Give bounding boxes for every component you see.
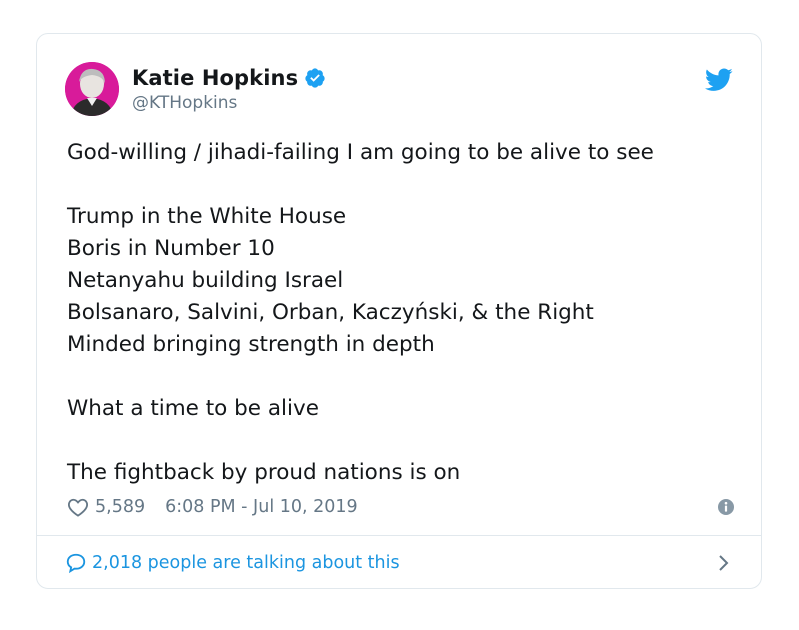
tweet-header: Katie Hopkins @KTHopkins	[65, 60, 733, 116]
tweet-text-line: Bolsanaro, Salvini, Orban, Kaczyński, & …	[67, 300, 594, 325]
chevron-right-icon[interactable]	[717, 554, 729, 572]
tweet-card: Katie Hopkins @KTHopkins God-willing / j…	[36, 33, 762, 589]
author-handle[interactable]: @KTHopkins	[132, 93, 237, 113]
divider	[37, 535, 761, 536]
tweet-text-line: Minded bringing strength in depth	[67, 332, 435, 357]
tweet-timestamp[interactable]: 6:08 PM - Jul 10, 2019	[165, 497, 358, 517]
twitter-bird-icon[interactable]	[705, 68, 733, 92]
tweet-text-line: The fightback by proud nations is on	[67, 460, 461, 485]
info-icon[interactable]	[717, 498, 735, 516]
verified-badge-icon	[305, 68, 325, 88]
like-count[interactable]: 5,589	[95, 497, 145, 517]
tweet-text-line: What a time to be alive	[67, 396, 319, 421]
heart-icon[interactable]	[67, 497, 89, 517]
avatar[interactable]	[65, 62, 119, 116]
tweet-text: God-willing / jihadi-failing I am going …	[67, 137, 747, 489]
tweet-meta: 5,589 6:08 PM - Jul 10, 2019	[67, 495, 735, 519]
author-name-row[interactable]: Katie Hopkins	[132, 64, 326, 92]
tweet-text-line: God-willing / jihadi-failing I am going …	[67, 140, 654, 165]
speech-bubble-icon	[66, 553, 86, 574]
talking-about-text[interactable]: 2,018 people are talking about this	[92, 553, 400, 573]
tweet-text-line: Trump in the White House	[67, 204, 347, 229]
tweet-text-line: Netanyahu building Israel	[67, 268, 344, 293]
author-display-name[interactable]: Katie Hopkins	[132, 66, 298, 90]
tweet-text-line: Boris in Number 10	[67, 236, 275, 261]
talking-about-link[interactable]: 2,018 people are talking about this	[65, 548, 733, 578]
